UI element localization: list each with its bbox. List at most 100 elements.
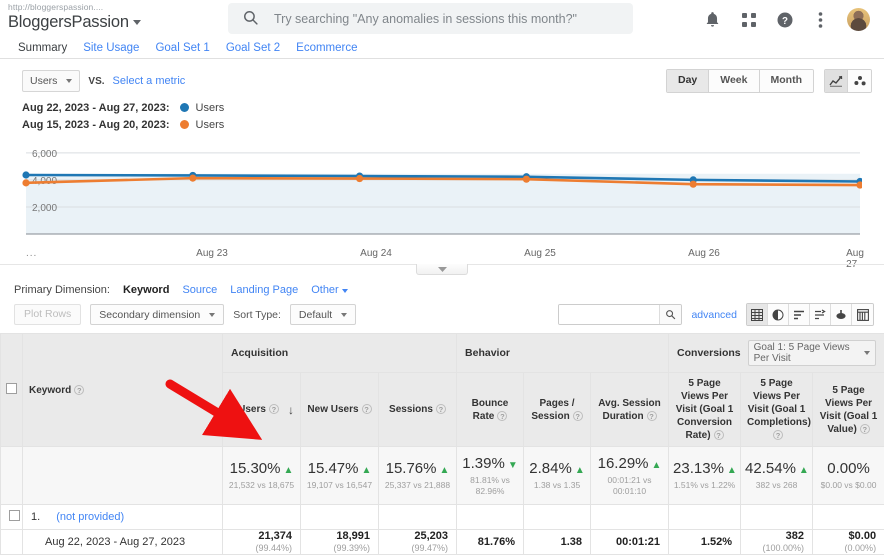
subrow-new-users-value: 18,991	[336, 530, 370, 542]
column-header-new-users[interactable]: New Users?	[301, 373, 379, 447]
legend-metric-compare: Users	[196, 119, 225, 131]
column-header-sessions[interactable]: Sessions?	[379, 373, 457, 447]
chart-controls: Users VS. Select a metric Day Week Month	[0, 59, 884, 93]
column-header-users[interactable]: Users? ↓	[223, 373, 301, 447]
tab-summary[interactable]: Summary	[18, 42, 67, 54]
column-header-pages-session[interactable]: Pages / Session?	[524, 373, 591, 447]
scatter-plot-icon[interactable]	[848, 70, 871, 92]
sort-type-select[interactable]: Default	[290, 304, 356, 325]
chevron-down-icon	[864, 351, 870, 355]
primary-dimension-source[interactable]: Source	[182, 284, 217, 296]
summary-avg-duration-pct: 16.29%	[598, 455, 649, 472]
vs-label: VS.	[88, 76, 104, 87]
pie-view-icon[interactable]	[768, 304, 789, 325]
granularity-month[interactable]: Month	[760, 70, 814, 92]
help-icon[interactable]: ?	[436, 404, 446, 414]
granularity-week[interactable]: Week	[709, 70, 759, 92]
search-input[interactable]	[272, 11, 619, 27]
column-header-avg-session-duration[interactable]: Avg. Session Duration?	[591, 373, 669, 447]
help-icon[interactable]: ?	[647, 411, 657, 421]
table-group-header-row: Keyword? Acquisition Behavior Conversion…	[1, 334, 884, 373]
tab-goal-set-1[interactable]: Goal Set 1	[155, 42, 209, 54]
help-icon[interactable]: ?	[860, 424, 870, 434]
group-header-behavior: Behavior	[457, 334, 669, 373]
bell-icon[interactable]	[703, 10, 722, 29]
row-checkbox[interactable]	[9, 510, 20, 521]
help-icon[interactable]: ?	[74, 385, 84, 395]
report-tabs: Summary Site Usage Goal Set 1 Goal Set 2…	[0, 38, 884, 59]
legend-item-current: Aug 22, 2023 - Aug 27, 2023: Users	[22, 99, 884, 116]
granularity-day[interactable]: Day	[667, 70, 709, 92]
more-vert-icon[interactable]	[811, 10, 830, 29]
column-header-goal-completions[interactable]: 5 Page Views Per Visit (Goal 1 Completio…	[741, 373, 813, 447]
summary-sessions: 15.76%▲ 25,337 vs 21,888	[379, 447, 457, 505]
trend-up-icon: ▲	[727, 465, 737, 476]
avatar[interactable]	[847, 8, 870, 31]
tab-site-usage[interactable]: Site Usage	[83, 42, 139, 54]
search-box[interactable]	[228, 3, 633, 34]
trend-up-icon: ▲	[283, 465, 293, 476]
help-icon[interactable]: ?	[573, 411, 583, 421]
property-name-row[interactable]: BloggersPassion	[8, 13, 158, 32]
x-tick-4: Aug 26	[688, 248, 720, 259]
column-header-goal-conversion-rate[interactable]: 5 Page Views Per Visit (Goal 1 Conversio…	[669, 373, 741, 447]
search-icon[interactable]	[659, 305, 681, 324]
comparison-view-icon[interactable]	[810, 304, 831, 325]
primary-dimension-other[interactable]: Other	[311, 284, 348, 296]
summary-bounce-rate-pct: 1.39%	[462, 455, 505, 472]
column-header-goal-value[interactable]: 5 Page Views Per Visit (Goal 1 Value)?	[813, 373, 884, 447]
help-icon[interactable]: ?	[269, 404, 279, 414]
primary-dimension-landing-page[interactable]: Landing Page	[230, 284, 298, 296]
legend-dot-blue-icon	[180, 103, 189, 112]
trend-down-icon: ▼	[508, 460, 518, 471]
subrow-users-value: 21,374	[258, 530, 292, 542]
terms-cloud-icon[interactable]	[831, 304, 852, 325]
primary-dimension-row: Primary Dimension: Keyword Source Landin…	[0, 276, 884, 296]
plot-rows-button: Plot Rows	[14, 304, 81, 325]
group-header-conversions-label: Conversions	[677, 347, 741, 359]
column-header-bounce-rate[interactable]: Bounce Rate?	[457, 373, 524, 447]
column-header-keyword[interactable]: Keyword?	[23, 334, 223, 447]
table-view-icon[interactable]	[747, 304, 768, 325]
performance-view-icon[interactable]	[789, 304, 810, 325]
advanced-link[interactable]: advanced	[691, 309, 737, 321]
ga-report-page: http://bloggerspassion.... BloggersPassi…	[0, 0, 884, 541]
data-point	[690, 181, 697, 188]
primary-dimension-keyword[interactable]: Keyword	[123, 284, 169, 296]
table-search-input[interactable]	[559, 305, 659, 324]
chart-legend: Aug 22, 2023 - Aug 27, 2023: Users Aug 1…	[0, 93, 884, 133]
select-metric-link[interactable]: Select a metric	[113, 75, 186, 87]
help-icon[interactable]: ?	[362, 404, 372, 414]
chart-collapse-handle[interactable]	[416, 264, 468, 275]
goal-select[interactable]: Goal 1: 5 Page Views Per Visit	[748, 340, 876, 366]
line-chart-icon[interactable]	[825, 70, 848, 92]
summary-pages-session-pct: 2.84%	[529, 460, 572, 477]
apps-grid-icon[interactable]	[739, 10, 758, 29]
select-all-checkbox[interactable]	[6, 383, 17, 394]
help-icon[interactable]: ?	[775, 10, 794, 29]
summary-new-users-sub: 19,107 vs 16,547	[305, 480, 374, 491]
trend-up-icon: ▲	[575, 465, 585, 476]
help-icon[interactable]: ?	[773, 430, 783, 440]
tab-goal-set-2[interactable]: Goal Set 2	[226, 42, 280, 54]
x-tick-2: Aug 24	[360, 248, 392, 259]
metric-select[interactable]: Users	[22, 70, 80, 92]
column-header-goal-completions-label: 5 Page Views Per Visit (Goal 1 Completio…	[747, 378, 811, 428]
help-icon[interactable]: ?	[714, 430, 724, 440]
property-selector[interactable]: http://bloggerspassion.... BloggersPassi…	[8, 0, 158, 32]
trend-up-icon: ▲	[361, 465, 371, 476]
secondary-dimension-button[interactable]: Secondary dimension	[90, 304, 224, 325]
column-header-new-users-label: New Users	[307, 404, 358, 415]
table-row[interactable]: 1. (not provided)	[1, 505, 884, 530]
row-new-users-blank	[301, 505, 379, 530]
users-line-chart[interactable]: 2,0004,0006,000	[22, 138, 862, 248]
table-search[interactable]	[558, 304, 682, 325]
row-keyword-link[interactable]: (not provided)	[56, 511, 124, 523]
legend-metric-current: Users	[196, 102, 225, 114]
table-summary-row: 15.30%▲ 21,532 vs 18,675 15.47%▲ 19,107 …	[1, 447, 884, 505]
row-avg-duration-blank	[591, 505, 669, 530]
tab-ecommerce[interactable]: Ecommerce	[296, 42, 357, 54]
help-icon[interactable]: ?	[497, 411, 507, 421]
pivot-view-icon[interactable]	[852, 304, 873, 325]
sort-descending-icon[interactable]: ↓	[288, 404, 294, 417]
